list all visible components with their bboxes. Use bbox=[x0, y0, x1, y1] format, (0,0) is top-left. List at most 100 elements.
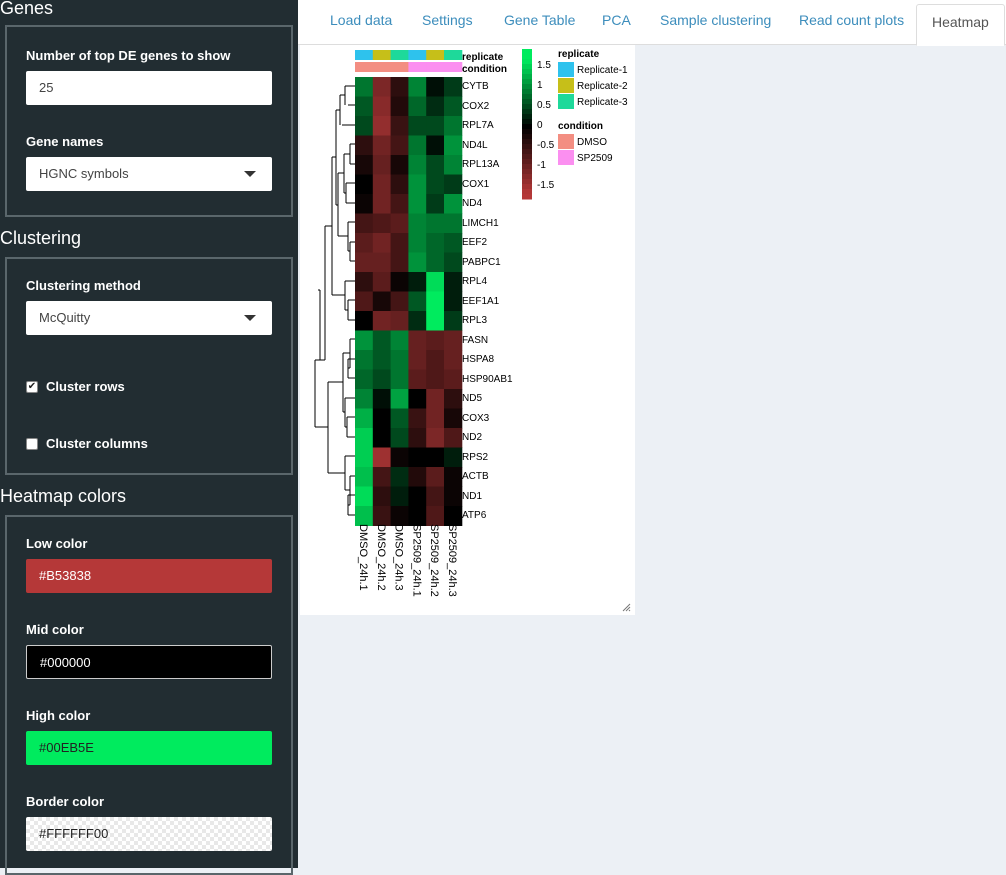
heatmap-cell bbox=[355, 447, 374, 468]
condition-annotation-cell bbox=[372, 62, 392, 72]
heatmap-cell bbox=[408, 311, 427, 331]
heatmap-cell bbox=[426, 447, 445, 468]
heatmap-cell bbox=[390, 330, 409, 351]
condition-annotation-cell bbox=[444, 62, 463, 72]
scale-tick: -1.5 bbox=[537, 180, 555, 191]
heatmap-cell bbox=[390, 350, 409, 370]
heatmap-cell bbox=[426, 272, 445, 292]
heatmap-cell bbox=[390, 408, 409, 429]
heatmap-cell bbox=[372, 155, 392, 175]
heatmap-cell bbox=[444, 447, 463, 468]
heatmap-cell bbox=[355, 350, 374, 370]
heatmap-cell bbox=[426, 77, 445, 97]
heatmap-cell bbox=[390, 486, 409, 507]
gene-label: PABPC1 bbox=[462, 256, 501, 268]
heatmap-cell bbox=[408, 233, 427, 253]
heatmap-cell bbox=[426, 213, 445, 234]
scale-segment bbox=[522, 149, 532, 155]
heatmap-cell bbox=[355, 330, 374, 351]
replicate-annotation-cell bbox=[426, 50, 445, 60]
heatmap-cell bbox=[372, 408, 392, 429]
condition-annotation-cell bbox=[355, 62, 374, 72]
heatmap-cell bbox=[372, 506, 392, 526]
replicate-1-legend-label: Replicate-1 bbox=[577, 65, 628, 76]
heatmap-cell bbox=[426, 116, 445, 136]
scale-segment bbox=[522, 179, 532, 185]
heatmap-cell bbox=[444, 408, 463, 429]
scale-tick: 1.5 bbox=[537, 60, 551, 71]
heatmap-cell bbox=[355, 272, 374, 292]
heatmap-cell bbox=[444, 135, 463, 156]
scale-segment bbox=[522, 144, 532, 150]
heatmap-cell bbox=[426, 194, 445, 214]
heatmap-cell bbox=[355, 486, 374, 507]
heatmap-cell bbox=[444, 350, 463, 370]
replicate-2-swatch bbox=[558, 78, 574, 93]
scale-segment bbox=[522, 114, 532, 120]
heatmap-cell bbox=[372, 447, 392, 468]
heatmap-cell bbox=[444, 272, 463, 292]
heatmap-cell bbox=[444, 311, 463, 331]
scale-segment bbox=[522, 134, 532, 140]
heatmap-cell bbox=[444, 213, 463, 234]
dmso-swatch bbox=[558, 134, 574, 149]
scale-segment bbox=[522, 109, 532, 115]
scale-tick: 0.5 bbox=[537, 100, 551, 111]
heatmap-cell bbox=[355, 428, 374, 448]
heatmap-cell bbox=[408, 447, 427, 468]
heatmap-cell bbox=[355, 135, 374, 156]
gene-label: RPL3 bbox=[462, 315, 488, 326]
heatmap-cell bbox=[390, 135, 409, 156]
heatmap-cell bbox=[390, 428, 409, 448]
scale-segment bbox=[522, 194, 532, 200]
heatmap-cell bbox=[426, 428, 445, 448]
scale-segment bbox=[522, 104, 532, 110]
heatmap-cell bbox=[372, 428, 392, 448]
scale-segment bbox=[522, 54, 532, 60]
replicate-annotation-cell bbox=[390, 50, 409, 60]
heatmap-cell bbox=[372, 467, 392, 487]
scale-segment bbox=[522, 69, 532, 75]
gene-label: ACTB bbox=[462, 471, 489, 482]
scale-segment bbox=[522, 84, 532, 90]
column-label: SP2509_24h.1 bbox=[410, 524, 423, 597]
heatmap-cell bbox=[372, 369, 392, 390]
heatmap-cell bbox=[408, 291, 427, 312]
heatmap-cell bbox=[444, 77, 463, 97]
heatmap-cell bbox=[426, 252, 445, 273]
gene-label: RPL7A bbox=[462, 120, 494, 131]
scale-segment bbox=[522, 129, 532, 135]
gene-label: ATP6 bbox=[462, 510, 487, 521]
heatmap-cell bbox=[444, 174, 463, 195]
heatmap-cell bbox=[408, 486, 427, 507]
replicate-annotation-cell bbox=[408, 50, 427, 60]
replicate-annotation-label: replicate bbox=[462, 52, 504, 63]
heatmap-cell bbox=[426, 155, 445, 175]
heatmap-cell bbox=[390, 194, 409, 214]
scale-segment bbox=[522, 49, 532, 55]
heatmap-cell bbox=[355, 213, 374, 234]
heatmap-cell bbox=[408, 174, 427, 195]
heatmap-cell bbox=[444, 233, 463, 253]
heatmap-cell bbox=[390, 96, 409, 117]
heatmap-cell bbox=[444, 96, 463, 117]
heatmap-cell bbox=[372, 272, 392, 292]
heatmap-cell bbox=[355, 389, 374, 409]
heatmap-cell bbox=[372, 116, 392, 136]
replicate-annotation-cell bbox=[355, 50, 374, 60]
scale-tick: 1 bbox=[537, 80, 543, 91]
heatmap-cell bbox=[372, 291, 392, 312]
heatmap-cell bbox=[408, 135, 427, 156]
scale-tick: -1 bbox=[537, 160, 546, 171]
gene-label: HSPA8 bbox=[462, 354, 495, 365]
resize-handle-icon[interactable] bbox=[621, 602, 631, 612]
heatmap-cell bbox=[408, 506, 427, 526]
scale-segment bbox=[522, 99, 532, 105]
heatmap-cell bbox=[426, 330, 445, 351]
heatmap-cell bbox=[426, 408, 445, 429]
heatmap-cell bbox=[355, 174, 374, 195]
column-label: SP2509_24h.3 bbox=[446, 524, 458, 597]
heatmap-cell bbox=[372, 330, 392, 351]
condition-annotation-label: condition bbox=[462, 64, 507, 75]
gene-label: ND2 bbox=[462, 432, 483, 443]
